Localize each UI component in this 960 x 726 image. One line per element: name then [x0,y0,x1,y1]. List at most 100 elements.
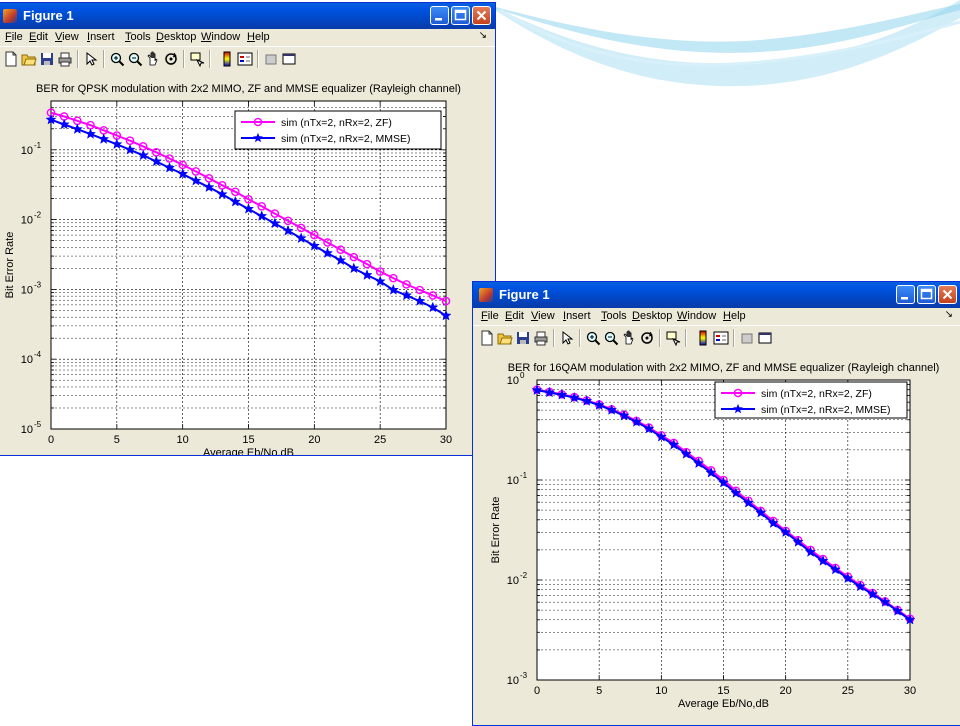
rotate-3d-icon[interactable] [163,51,179,67]
minimize-button[interactable] [430,6,449,25]
y-tick-base: 10 [21,424,33,436]
menu-file[interactable]: File [481,310,499,322]
data-cursor-icon[interactable] [665,330,681,347]
menu-help[interactable]: Help [247,31,270,43]
x-tick-label: 25 [842,685,854,697]
edit-plot-arrow-icon[interactable] [83,51,99,67]
y-tick-exponent: -3 [520,671,528,680]
save-icon[interactable] [515,330,531,346]
maximize-button[interactable] [451,6,470,25]
x-tick-label: 30 [440,434,452,446]
menu-window[interactable]: Window [677,310,716,322]
legend-icon[interactable] [237,51,253,67]
x-tick-label: 5 [114,434,120,446]
y-tick-base: 10 [507,375,519,387]
show-plot-tools-icon[interactable] [281,51,297,67]
y-tick-label: 10 [507,575,519,587]
x-tick-label: 20 [780,685,792,697]
toolbar-separator [685,329,687,347]
pan-icon[interactable] [145,51,161,67]
toolbar-separator [183,50,185,68]
open-file-icon[interactable] [497,330,513,346]
y-tick-label: 10 [21,354,33,366]
title-bar[interactable]: Figure 1 [473,282,960,308]
show-plot-tools-icon[interactable] [757,330,773,346]
figure-window-1[interactable]: Figure 1 File Edit View Insert Tools Desktop W… [0,2,496,456]
y-tick-exponent: -1 [34,141,42,150]
zoom-in-icon[interactable] [109,51,125,67]
zoom-out-icon[interactable] [127,51,143,67]
y-tick-exponent: -2 [34,211,42,220]
maximize-button[interactable] [917,285,936,304]
chart-title: BER for QPSK modulation with 2x2 MIMO, Z… [36,83,461,95]
colorbar-icon[interactable] [695,330,711,346]
legend[interactable]: sim (nTx=2, nRx=2, ZF) sim (nTx=2, nRx=2,… [234,110,442,150]
y-tick-exponent: 0 [520,371,525,380]
menu-view[interactable]: View [531,310,555,322]
window-title: Figure 1 [23,8,74,23]
matlab-logo-icon [3,9,17,23]
menu-edit[interactable]: Edit [505,310,524,322]
y-tick-base: 10 [507,575,519,587]
close-button[interactable] [938,285,957,304]
y-axis-label: Bit Error Rate [490,497,502,564]
data-cursor-icon[interactable] [189,51,205,68]
menu-edit[interactable]: Edit [29,31,48,43]
x-axis-label: Average Eb/No,dB [203,447,294,456]
y-tick-exponent: -2 [520,571,528,580]
menu-desktop[interactable]: Desktop [632,310,672,322]
figure-area: BER for QPSK modulation with 2x2 MIMO, Z… [0,71,495,455]
new-figure-icon[interactable] [3,51,19,67]
y-tick-label: 10 [21,284,33,296]
figure-toolbar [0,46,495,72]
print-icon[interactable] [533,330,549,346]
pan-icon[interactable] [621,330,637,346]
x-tick-label: 15 [717,685,729,697]
edit-plot-arrow-icon[interactable] [559,330,575,346]
x-axis-label: Average Eb/No,dB [678,698,769,710]
new-figure-icon[interactable] [479,330,495,346]
toolbar-separator [77,50,79,68]
y-tick-base: 10 [21,215,33,227]
menu-file[interactable]: File [5,31,23,43]
figure-window-2[interactable]: Figure 1 File Edit View Insert Tools Desktop W… [472,281,960,726]
toolbar-separator [579,329,581,347]
menu-insert[interactable]: Insert [563,310,591,322]
menu-tools[interactable]: Tools [125,31,151,43]
y-tick-base: 10 [21,354,33,366]
hide-plot-tools-icon[interactable] [263,51,279,67]
y-tick-label: 10 [21,424,33,436]
minimize-button[interactable] [896,285,915,304]
menu-help[interactable]: Help [723,310,746,322]
menu-tools[interactable]: Tools [601,310,627,322]
toolbar-separator [257,50,259,68]
zoom-out-icon[interactable] [603,330,619,346]
menu-window[interactable]: Window [201,31,240,43]
y-tick-exponent: -5 [34,420,42,429]
menu-view[interactable]: View [55,31,79,43]
ber-qpsk-chart: BER for QPSK modulation with 2x2 MIMO, Z… [4,83,461,456]
print-icon[interactable] [57,51,73,67]
y-tick-base: 10 [507,675,519,687]
rotate-3d-icon[interactable] [639,330,655,346]
open-file-icon[interactable] [21,51,37,67]
save-icon[interactable] [39,51,55,67]
y-tick-base: 10 [507,475,519,487]
y-tick-exponent: -4 [34,350,42,359]
hide-plot-tools-icon[interactable] [739,330,755,346]
zoom-in-icon[interactable] [585,330,601,346]
y-tick-label: 10 [21,215,33,227]
toolbar-separator [553,329,555,347]
menu-desktop[interactable]: Desktop [156,31,196,43]
menu-insert[interactable]: Insert [87,31,115,43]
dock-arrow-icon[interactable]: ↘ [945,309,953,320]
toolbar-separator [733,329,735,347]
x-tick-label: 10 [177,434,189,446]
title-bar[interactable]: Figure 1 [0,3,495,29]
legend-icon[interactable] [713,330,729,346]
legend[interactable]: sim (nTx=2, nRx=2, ZF) sim (nTx=2, nRx=2,… [714,381,908,419]
figure-area: BER for 16QAM modulation with 2x2 MIMO, … [473,350,960,725]
dock-arrow-icon[interactable]: ↘ [479,30,487,41]
colorbar-icon[interactable] [219,51,235,67]
close-button[interactable] [472,6,491,25]
